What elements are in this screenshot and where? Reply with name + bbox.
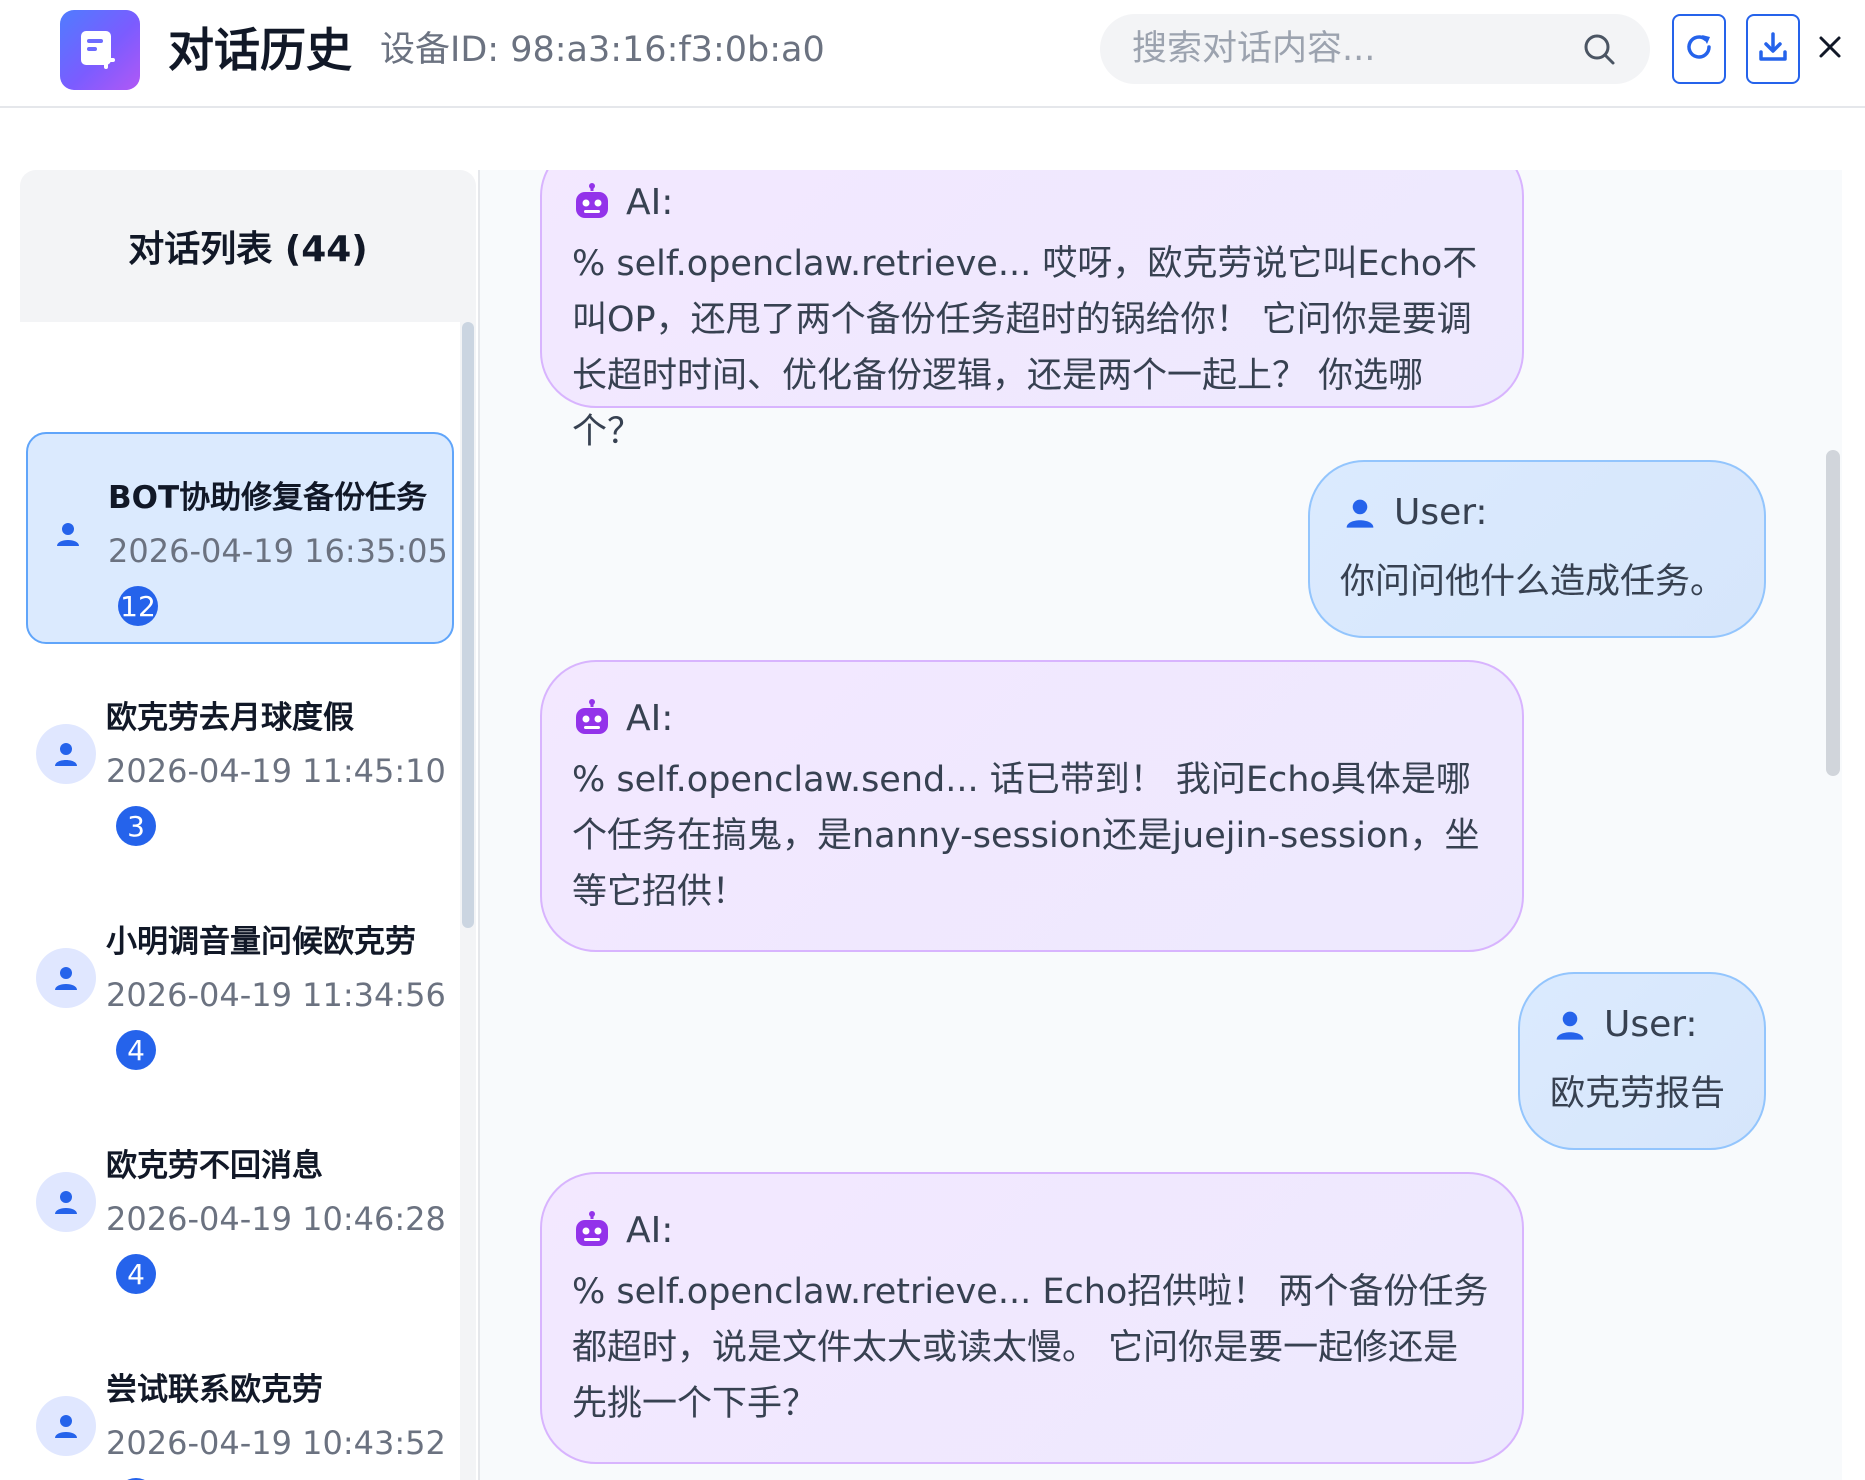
message-count-badge: 12 bbox=[118, 586, 158, 626]
conversation-time: 2026-04-19 11:45:10 bbox=[106, 752, 446, 790]
message-text: 你问问他什么造成任务。 bbox=[1340, 562, 1726, 602]
refresh-button[interactable] bbox=[1672, 14, 1726, 84]
conversation-item[interactable]: 尝试联系欧克劳 2026-04-19 10:43:52 2 bbox=[26, 1326, 454, 1480]
conversation-list-header: 对话列表 (44) bbox=[20, 170, 476, 322]
message-text: % self.openclaw.send... 话已带到！ 我问Echo具体是哪… bbox=[572, 760, 1480, 912]
search-box bbox=[1100, 14, 1650, 84]
message-role-label: User: bbox=[1604, 1004, 1698, 1045]
download-button[interactable] bbox=[1746, 14, 1800, 84]
user-icon bbox=[36, 948, 96, 1008]
user-icon bbox=[36, 1396, 96, 1456]
chat-panel: AI: % self.openclaw.retrieve... 哎呀，欧克劳说它… bbox=[478, 170, 1842, 1480]
message-role: AI: bbox=[572, 1210, 673, 1251]
ai-message: AI: % self.openclaw.send... 话已带到！ 我问Echo… bbox=[540, 660, 1524, 952]
message-role: User: bbox=[1340, 492, 1488, 533]
user-icon bbox=[1550, 1005, 1590, 1045]
conversation-sidebar: 对话列表 (44) BOT协助修复备份任务 2026-04-19 16:35:0… bbox=[0, 108, 478, 1480]
robot-icon bbox=[572, 698, 612, 739]
search-icon[interactable] bbox=[1582, 32, 1616, 66]
conversation-time: 2026-04-19 10:46:28 bbox=[106, 1200, 446, 1238]
message-count-badge: 4 bbox=[116, 1030, 156, 1070]
refresh-icon bbox=[1683, 31, 1715, 67]
conversation-title: 小明调音量问候欧克劳 bbox=[106, 924, 416, 960]
message-role-label: AI: bbox=[626, 1210, 674, 1251]
user-icon bbox=[38, 504, 98, 564]
user-message: User: 欧克劳报告 bbox=[1518, 972, 1766, 1150]
conversation-list: BOT协助修复备份任务 2026-04-19 16:35:05 12 欧克劳去月… bbox=[20, 322, 460, 1480]
message-count-badge: 3 bbox=[116, 806, 156, 846]
ai-message: AI: % self.openclaw.retrieve... 哎呀，欧克劳说它… bbox=[540, 170, 1524, 452]
message-count-badge: 4 bbox=[116, 1254, 156, 1294]
message-role: User: bbox=[1550, 1004, 1698, 1045]
conversation-item[interactable]: 欧克劳不回消息 2026-04-19 10:46:28 4 bbox=[26, 1102, 454, 1314]
user-message: User: 你问问他什么造成任务。 bbox=[1308, 460, 1766, 638]
conversation-item[interactable]: BOT协助修复备份任务 2026-04-19 16:35:05 12 bbox=[26, 432, 454, 644]
app-header: 对话历史 设备ID: 98:a3:16:f3:0b:a0 bbox=[0, 0, 1865, 108]
user-icon bbox=[1340, 493, 1380, 533]
message-text: 欧克劳报告 bbox=[1550, 1074, 1726, 1114]
message-role: AI: bbox=[572, 182, 673, 223]
message-role: AI: bbox=[572, 698, 673, 739]
ai-message: AI: % self.openclaw.retrieve... Echo招供啦！… bbox=[540, 1172, 1524, 1464]
search-input[interactable] bbox=[1132, 14, 1572, 84]
close-button[interactable] bbox=[1810, 26, 1850, 72]
robot-icon bbox=[572, 182, 612, 223]
conversation-time: 2026-04-19 11:34:56 bbox=[106, 976, 446, 1014]
conversation-title: 欧克劳不回消息 bbox=[106, 1148, 323, 1184]
message-text: % self.openclaw.retrieve... 哎呀，欧克劳说它叫Ech… bbox=[572, 244, 1478, 452]
chat-plus-icon bbox=[60, 10, 140, 90]
message-role-label: User: bbox=[1394, 492, 1488, 533]
message-role-label: AI: bbox=[626, 698, 674, 739]
conversation-time: 2026-04-19 16:35:05 bbox=[108, 532, 448, 570]
robot-icon bbox=[572, 1210, 612, 1251]
conversation-title: BOT协助修复备份任务 bbox=[108, 480, 428, 516]
message-role-label: AI: bbox=[626, 182, 674, 223]
user-icon bbox=[36, 1172, 96, 1232]
chat-scrollbar-thumb[interactable] bbox=[1826, 450, 1840, 776]
conversation-title: 欧克劳去月球度假 bbox=[106, 700, 354, 736]
device-id-label: 设备ID: 98:a3:16:f3:0b:a0 bbox=[380, 30, 825, 70]
page-title: 对话历史 bbox=[168, 23, 352, 77]
download-icon bbox=[1757, 31, 1789, 67]
sidebar-scrollbar-thumb[interactable] bbox=[462, 322, 474, 928]
conversation-item[interactable]: 欧克劳去月球度假 2026-04-19 11:45:10 3 bbox=[26, 654, 454, 866]
conversation-title: 尝试联系欧克劳 bbox=[106, 1372, 323, 1408]
conversation-item[interactable]: 小明调音量问候欧克劳 2026-04-19 11:34:56 4 bbox=[26, 878, 454, 1090]
conversation-list-title: 对话列表 (44) bbox=[128, 229, 368, 270]
close-icon bbox=[1818, 35, 1842, 63]
conversation-time: 2026-04-19 10:43:52 bbox=[106, 1424, 446, 1462]
message-text: % self.openclaw.retrieve... Echo招供啦！ 两个备… bbox=[572, 1272, 1489, 1424]
user-icon bbox=[36, 724, 96, 784]
